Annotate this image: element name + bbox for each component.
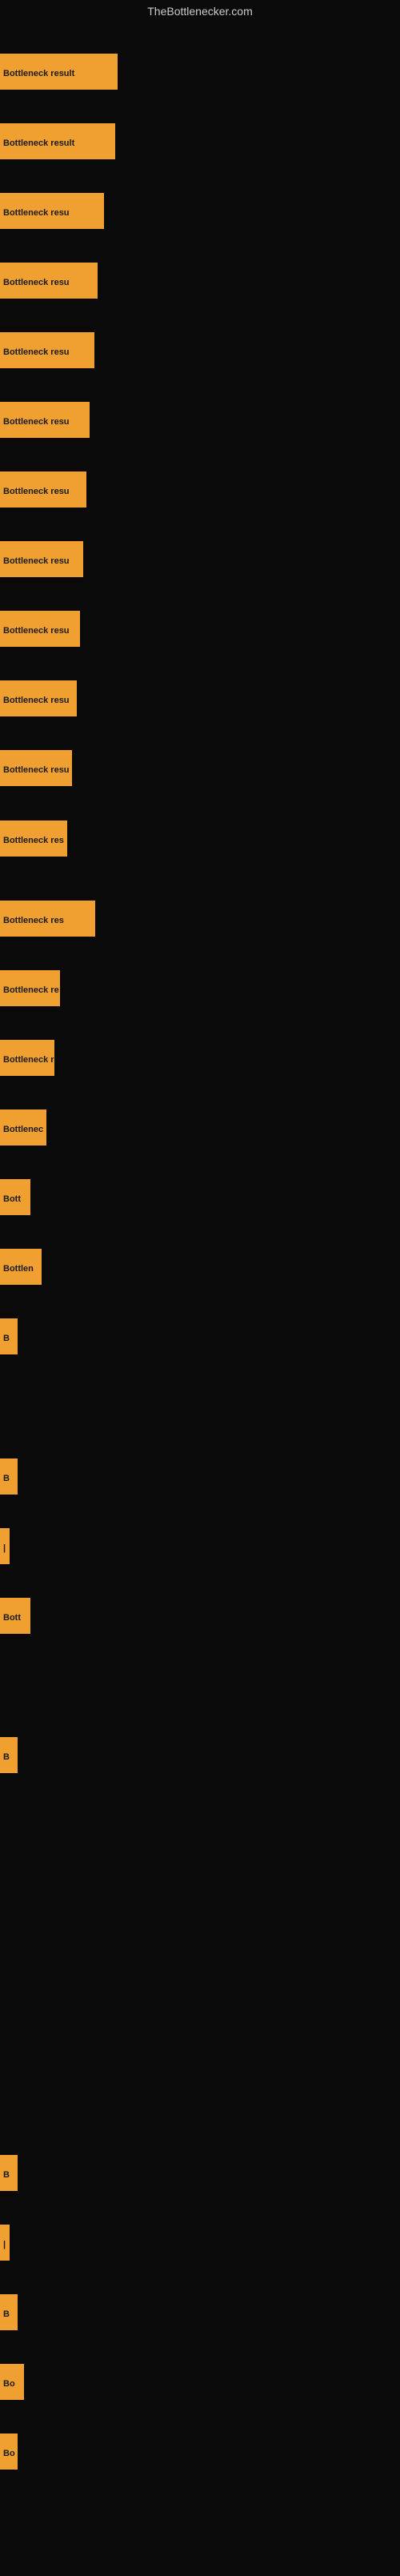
bar-label: Bottleneck resu [0, 402, 90, 438]
bar-label: Bottleneck result [0, 54, 118, 90]
bar-label: Bottleneck res [0, 901, 95, 937]
bar-item: Bottlenec [0, 1109, 46, 1146]
bar-label: Bottleneck resu [0, 611, 80, 647]
bar-item: | [0, 2225, 10, 2261]
bar-label: B [0, 1318, 18, 1354]
bar-label: B [0, 1459, 18, 1495]
bar-label: Bottleneck re [0, 970, 60, 1006]
bar-label: Bottleneck resu [0, 332, 94, 368]
bar-label: | [0, 2225, 10, 2261]
bar-item: Bottleneck res [0, 901, 95, 937]
bar-label: Bo [0, 2364, 24, 2400]
bar-label: B [0, 2294, 18, 2330]
bar-item: Bottlen [0, 1249, 42, 1285]
bar-label: Bo [0, 2434, 18, 2470]
bar-label: Bottleneck res [0, 821, 67, 857]
bar-item: Bottleneck resu [0, 750, 72, 786]
bar-item: Bo [0, 2364, 24, 2400]
bar-item: Bottleneck resu [0, 263, 98, 299]
bar-item: Bott [0, 1179, 30, 1215]
bar-item: Bottleneck resu [0, 680, 77, 716]
bar-label: Bottleneck resu [0, 750, 72, 786]
bar-item: Bottleneck resu [0, 611, 80, 647]
bar-item: B [0, 2155, 18, 2191]
bar-label: Bottleneck result [0, 123, 115, 159]
bar-item: B [0, 1459, 18, 1495]
bar-label: Bottleneck r [0, 1040, 54, 1076]
bar-item: Bottleneck res [0, 821, 67, 857]
bar-item: Bottleneck result [0, 123, 115, 159]
bar-item: Bottleneck result [0, 54, 118, 90]
bar-item: Bottleneck resu [0, 332, 94, 368]
bar-label: Bott [0, 1179, 30, 1215]
bar-label: Bottlen [0, 1249, 42, 1285]
bar-item: Bottleneck resu [0, 541, 83, 577]
bar-label: Bottleneck resu [0, 471, 86, 508]
bar-item: B [0, 1737, 18, 1773]
bar-label: Bottleneck resu [0, 193, 104, 229]
bar-item: Bottleneck re [0, 970, 60, 1006]
bar-item: Bottleneck resu [0, 471, 86, 508]
bar-item: Bottleneck resu [0, 193, 104, 229]
site-title: TheBottlenecker.com [0, 0, 400, 22]
bar-label: | [0, 1528, 10, 1564]
bar-item: B [0, 1318, 18, 1354]
bar-item: | [0, 1528, 10, 1564]
bar-item: Bott [0, 1598, 30, 1634]
bar-label: Bott [0, 1598, 30, 1634]
bar-label: Bottleneck resu [0, 541, 83, 577]
bar-label: Bottleneck resu [0, 263, 98, 299]
bar-label: B [0, 1737, 18, 1773]
bar-label: B [0, 2155, 18, 2191]
bar-label: Bottlenec [0, 1109, 46, 1146]
bar-item: Bo [0, 2434, 18, 2470]
bar-item: Bottleneck resu [0, 402, 90, 438]
bar-item: Bottleneck r [0, 1040, 54, 1076]
bar-label: Bottleneck resu [0, 680, 77, 716]
bar-item: B [0, 2294, 18, 2330]
